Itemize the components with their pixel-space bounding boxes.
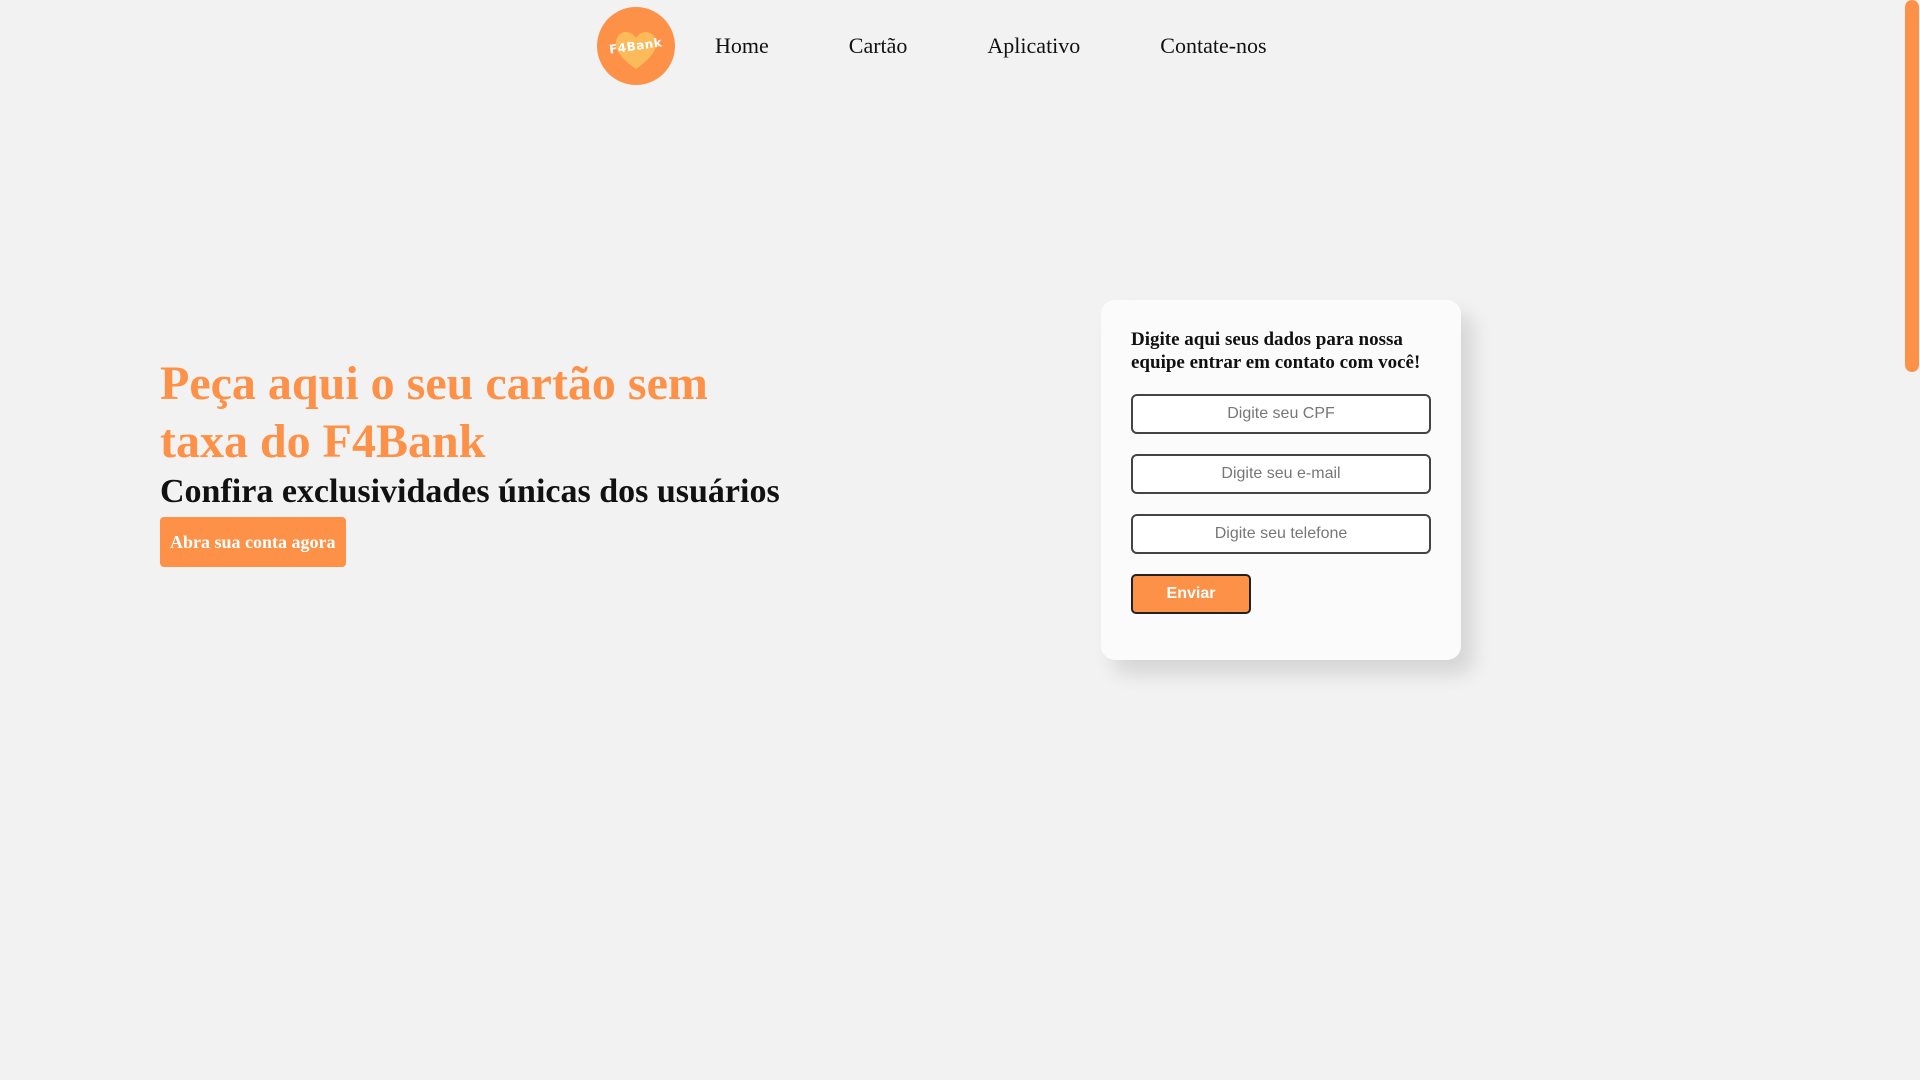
hero-subtitle: Confira exclusividades únicas dos usuári…: [160, 473, 780, 510]
top-nav: F4Bank Home Cartão Aplicativo Contate-no…: [597, 7, 1347, 85]
hero-section: Peça aqui o seu cartão sem taxa do F4Ban…: [160, 355, 780, 567]
email-input[interactable]: [1131, 454, 1431, 494]
phone-input[interactable]: [1131, 514, 1431, 554]
hero-title: Peça aqui o seu cartão sem taxa do F4Ban…: [160, 357, 708, 468]
nav-link-contate-nos[interactable]: Contate-nos: [1160, 33, 1266, 59]
submit-button[interactable]: Enviar: [1131, 574, 1251, 614]
nav-link-cartao[interactable]: Cartão: [849, 33, 908, 59]
form-title: Digite aqui seus dados para nossa equipe…: [1131, 329, 1421, 373]
contact-form-card: Digite aqui seus dados para nossa equipe…: [1101, 300, 1461, 660]
nav-link-aplicativo[interactable]: Aplicativo: [987, 33, 1080, 59]
cpf-input[interactable]: [1131, 394, 1431, 434]
nav-links: Home Cartão Aplicativo Contate-nos: [715, 33, 1347, 59]
f4bank-logo[interactable]: F4Bank: [597, 7, 675, 85]
nav-link-home[interactable]: Home: [715, 33, 769, 59]
open-account-button[interactable]: Abra sua conta agora: [160, 517, 346, 567]
scrollbar[interactable]: [1903, 0, 1920, 1080]
scrollbar-thumb[interactable]: [1905, 0, 1919, 372]
